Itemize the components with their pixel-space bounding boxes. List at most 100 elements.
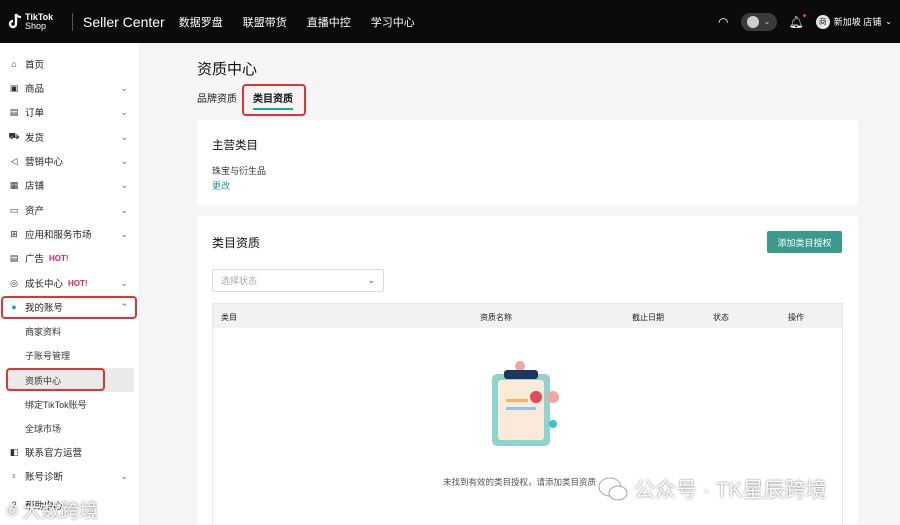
sidebar-subitem-label: 全球市场 (25, 423, 62, 434)
sidebar-subitem-global-market[interactable]: 全球市场 (0, 416, 140, 440)
column-header-qualification-name: 资质名称 (480, 313, 512, 322)
chevron-down-icon: ⌄ (763, 17, 771, 26)
hot-badge: HOT! (49, 253, 69, 263)
store-label: 新加坡 店铺 (833, 17, 882, 27)
top-bar: TikTok Shop Seller Center 数据罗盘 联盟带货 直播中控… (0, 0, 900, 43)
home-icon: ⌂ (11, 59, 17, 69)
chevron-down-icon: ⌄ (120, 179, 128, 190)
brand-title: Seller Center (83, 13, 165, 30)
top-right-tools: ◠ ⌄ 🔔︎ 商 新加坡 店铺 ⌄ (718, 12, 892, 31)
sidebar-item-label: 账号诊断 (25, 472, 64, 483)
status-select[interactable]: 选择状态 ⌄ (212, 269, 384, 292)
store-icon: ▦ (9, 179, 19, 190)
main-category-card: 主营类目 珠宝与衍生品 更改 (197, 120, 858, 206)
truck-icon: ⛟ (8, 131, 20, 141)
headset-icon[interactable]: ◠ (718, 15, 728, 29)
sidebar-item-label: 订单 (25, 108, 45, 119)
sidebar-item-label: 商品 (25, 84, 45, 95)
apps-icon: ⊞ (10, 228, 18, 239)
sidebar-item-label: 广告 (25, 254, 45, 265)
sidebar-item-label: 首页 (25, 60, 45, 71)
corner-watermark: ◎ 大数跨境 (6, 496, 98, 523)
category-qualification-heading: 类目资质 (212, 236, 261, 250)
chevron-up-icon: ⌃ (120, 301, 128, 312)
nav-learning-center[interactable]: 学习中心 (371, 14, 415, 30)
tiktok-shop-logo[interactable]: TikTok Shop (8, 12, 66, 31)
sidebar-subitem-merchant-profile[interactable]: 商家资料 (0, 319, 140, 343)
chevron-down-icon: ⌄ (367, 275, 375, 285)
sidebar-item-marketing[interactable]: ◁ 营销中心 ⌄ (0, 149, 140, 173)
add-category-authorization-button[interactable]: 添加类目授权 (767, 231, 842, 253)
divider (72, 12, 73, 31)
tab-bar: 品牌资质 类目资质 (197, 90, 293, 110)
column-header-actions: 操作 (788, 313, 804, 322)
sidebar-item-app-market[interactable]: ⊞ 应用和服务市场 ⌄ (0, 222, 140, 246)
sidebar-subitem-qualification-center[interactable]: 资质中心 (6, 368, 134, 392)
corner-watermark-icon: ◎ (6, 501, 19, 517)
sidebar-item-label: 店铺 (25, 181, 45, 192)
sidebar-item-store[interactable]: ▦ 店铺 ⌄ (0, 173, 140, 197)
megaphone-icon: ◁ (10, 155, 18, 166)
sidebar-item-label: 发货 (25, 133, 45, 144)
sidebar-item-ads[interactable]: ▤ 广告 HOT! (0, 246, 140, 270)
chat-toggle[interactable]: ⌄ (740, 12, 777, 31)
chevron-down-icon: ⌄ (120, 106, 128, 117)
sidebar-item-label: 我的账号 (25, 303, 64, 314)
notification-dot (802, 13, 806, 17)
wallet-icon: ▭ (9, 204, 19, 215)
sidebar-subitem-sub-accounts[interactable]: 子账号管理 (0, 343, 140, 367)
sidebar-subitem-label: 商家资料 (25, 326, 62, 337)
growth-icon: ◎ (10, 277, 18, 288)
sidebar-item-label: 联系官方运营 (25, 448, 83, 459)
tab-category-qualification[interactable]: 类目资质 (253, 90, 293, 110)
wechat-watermark: 公众号 · TK星辰跨境 (598, 474, 827, 504)
sidebar-subitem-label: 绑定TikTok账号 (25, 399, 87, 410)
bell-icon[interactable]: 🔔︎ (789, 13, 806, 29)
chevron-down-icon: ⌄ (120, 82, 128, 93)
sidebar-item-my-account[interactable]: ● 我的账号 ⌃ (0, 295, 140, 319)
store-avatar: 商 (815, 14, 830, 29)
sidebar-subitem-label: 子账号管理 (25, 350, 71, 361)
sidebar-item-account-diagnosis[interactable]: ♀ 账号诊断 ⌄ (0, 464, 140, 488)
sidebar-item-contact-operations[interactable]: ◧ 联系官方运营 (0, 440, 140, 464)
table-header: 类目 资质名称 截止日期 状态 操作 (213, 304, 842, 328)
sidebar-item-growth[interactable]: ◎ 成长中心 HOT! ⌄ (0, 271, 140, 295)
sidebar-subitem-label: 资质中心 (25, 375, 62, 386)
sidebar-item-orders[interactable]: ▤ 订单 ⌄ (0, 100, 140, 124)
sidebar-item-label: 营销中心 (25, 157, 64, 168)
chevron-down-icon: ⌄ (120, 470, 128, 481)
chevron-down-icon: ⌄ (120, 277, 128, 288)
column-header-expiry-date: 截止日期 (632, 313, 664, 322)
sidebar: ⌂ 首页 ▣ 商品 ⌄ ▤ 订单 ⌄ ⛟ 发货 ⌄ ◁ 营销中心 ⌄ ▦ 店铺 … (0, 43, 140, 525)
column-header-status: 状态 (713, 313, 729, 322)
logo-text: TikTok Shop (25, 12, 53, 31)
column-header-category: 类目 (221, 313, 237, 322)
contact-icon: ◧ (9, 446, 19, 457)
tiktok-logo-icon (8, 13, 22, 31)
store-switcher[interactable]: 商 新加坡 店铺 ⌄ (815, 14, 892, 29)
sidebar-item-label: 应用和服务市场 (25, 230, 92, 241)
change-category-link[interactable]: 更改 (212, 179, 230, 192)
hot-badge: HOT! (68, 278, 88, 288)
chat-icon (746, 15, 759, 28)
user-icon: ● (11, 302, 17, 312)
nav-affiliate[interactable]: 联盟带货 (243, 14, 287, 30)
sidebar-item-shipping[interactable]: ⛟ 发货 ⌄ (0, 125, 140, 149)
corner-watermark-text: 大数跨境 (22, 501, 99, 522)
nav-live-control[interactable]: 直播中控 (307, 14, 351, 30)
sidebar-subitem-bind-tiktok[interactable]: 绑定TikTok账号 (0, 392, 140, 416)
sidebar-item-label: 资产 (25, 206, 45, 217)
nav-data-compass[interactable]: 数据罗盘 (179, 14, 223, 30)
sidebar-item-home[interactable]: ⌂ 首页 (0, 52, 140, 76)
chevron-down-icon: ⌄ (120, 228, 128, 239)
ad-icon: ▤ (9, 252, 19, 263)
chevron-down-icon: ⌄ (120, 131, 128, 142)
wechat-watermark-text: 公众号 · TK星辰跨境 (634, 479, 827, 502)
sidebar-item-products[interactable]: ▣ 商品 ⌄ (0, 76, 140, 100)
wechat-icon (598, 477, 628, 501)
empty-clipboard-illustration (492, 361, 559, 446)
chevron-down-icon: ⌄ (885, 17, 892, 26)
tab-brand-qualification[interactable]: 品牌资质 (197, 90, 237, 105)
sidebar-item-label: 成长中心 (25, 279, 64, 290)
sidebar-item-assets[interactable]: ▭ 资产 ⌄ (0, 198, 140, 222)
